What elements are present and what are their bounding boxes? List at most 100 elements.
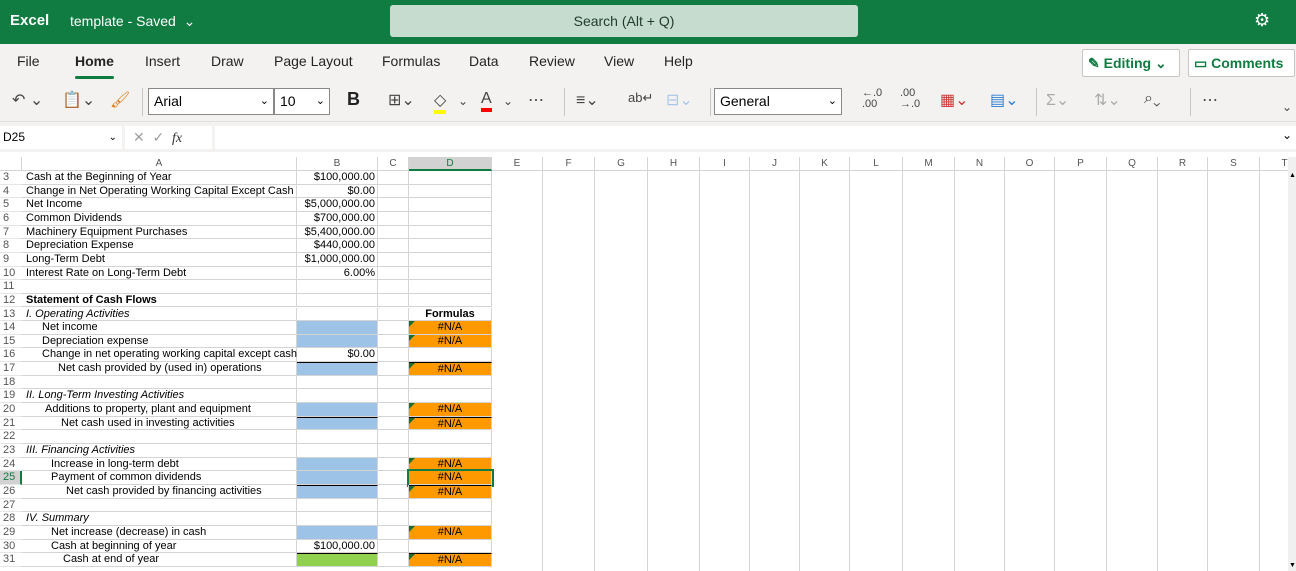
cell-b[interactable]: [297, 553, 378, 567]
cell-a[interactable]: Change in Net Operating Working Capital …: [22, 184, 297, 199]
cell-d[interactable]: [409, 171, 492, 185]
row-header[interactable]: 21: [0, 416, 22, 431]
row-header[interactable]: 14: [0, 321, 22, 335]
cell-d[interactable]: [409, 252, 492, 267]
error-indicator-icon[interactable]: [409, 485, 415, 492]
cell-c[interactable]: [378, 211, 409, 226]
cell-a[interactable]: Net cash used in investing activities: [22, 416, 297, 431]
row-header[interactable]: 6: [0, 211, 22, 226]
undo-icon[interactable]: ↶ ⌄: [12, 90, 43, 110]
row-header[interactable]: 28: [0, 512, 22, 526]
error-indicator-icon[interactable]: [409, 525, 415, 532]
cell-b[interactable]: [297, 293, 378, 308]
cell-b[interactable]: [297, 444, 378, 458]
cell-a[interactable]: Change in net operating working capital …: [22, 348, 297, 363]
row-header[interactable]: 20: [0, 403, 22, 417]
cell-b[interactable]: $100,000.00: [297, 171, 378, 185]
cell-d[interactable]: [409, 184, 492, 199]
more-icon[interactable]: ⋯: [528, 90, 544, 110]
cell-a[interactable]: [22, 375, 297, 390]
column-header-a[interactable]: A: [22, 157, 297, 171]
row-header[interactable]: 31: [0, 553, 22, 567]
cell-b[interactable]: [297, 498, 378, 513]
cell-a[interactable]: Net cash provided by financing activitie…: [22, 484, 297, 499]
cell-d[interactable]: #N/A: [407, 469, 494, 487]
cell-a[interactable]: Net increase (decrease) in cash: [22, 525, 297, 540]
cell-d[interactable]: [409, 266, 492, 281]
cell-c[interactable]: [378, 498, 409, 513]
chevron-down-icon[interactable]: ⌄: [503, 94, 513, 108]
cell-d[interactable]: [409, 348, 492, 363]
row-header[interactable]: 18: [0, 375, 22, 390]
column-header-d[interactable]: D: [409, 157, 492, 171]
cell-a[interactable]: [22, 430, 297, 444]
column-header-j[interactable]: J: [750, 157, 800, 171]
check-icon[interactable]: ✓: [153, 129, 165, 145]
cell-d[interactable]: [409, 211, 492, 226]
cell-d[interactable]: [409, 293, 492, 308]
chevron-down-icon[interactable]: ⌄: [458, 94, 468, 108]
cell-b[interactable]: $5,000,000.00: [297, 198, 378, 212]
cell-d[interactable]: [409, 280, 492, 294]
cell-a[interactable]: Cash at beginning of year: [22, 539, 297, 554]
cell-b[interactable]: $0.00: [297, 348, 378, 363]
paste-icon[interactable]: 📋⌄: [62, 90, 95, 110]
row-header[interactable]: 10: [0, 266, 22, 281]
error-indicator-icon[interactable]: [409, 457, 415, 464]
autosum-icon[interactable]: Σ⌄: [1046, 90, 1069, 110]
format-painter-icon[interactable]: 🖌: [110, 90, 130, 110]
cell-b[interactable]: [297, 471, 378, 485]
row-header[interactable]: 23: [0, 444, 22, 458]
column-header-o[interactable]: O: [1005, 157, 1055, 171]
comments-button[interactable]: ▭ Comments: [1188, 49, 1295, 77]
row-header[interactable]: 5: [0, 198, 22, 212]
cell-c[interactable]: [378, 403, 409, 417]
tab-formulas[interactable]: Formulas: [382, 53, 440, 69]
font-size-select[interactable]: 10 ⌄: [274, 88, 330, 115]
row-header[interactable]: 24: [0, 457, 22, 472]
cell-d[interactable]: [409, 225, 492, 240]
tab-draw[interactable]: Draw: [211, 53, 244, 69]
decrease-decimal-icon[interactable]: ←.0.00: [862, 88, 882, 110]
cell-a[interactable]: I. Operating Activities: [22, 307, 297, 322]
cell-a[interactable]: Net cash provided by (used in) operation…: [22, 362, 297, 376]
font-color-icon[interactable]: A: [481, 90, 492, 112]
cell-a[interactable]: Payment of common dividends: [22, 471, 297, 485]
borders-icon[interactable]: ⊞⌄: [388, 90, 415, 110]
cell-a[interactable]: Long-Term Debt: [22, 252, 297, 267]
formula-input[interactable]: ⌄: [215, 126, 1296, 149]
expand-ribbon-icon[interactable]: ⌄: [1282, 100, 1292, 114]
row-header[interactable]: 3: [0, 171, 22, 185]
cell-b[interactable]: $0.00: [297, 184, 378, 199]
cell-b[interactable]: [297, 321, 378, 335]
cell-c[interactable]: [378, 539, 409, 554]
row-header[interactable]: 19: [0, 389, 22, 404]
error-indicator-icon[interactable]: [409, 363, 415, 370]
cell-d[interactable]: [409, 430, 492, 444]
cell-a[interactable]: Increase in long-term debt: [22, 457, 297, 472]
conditional-format-icon[interactable]: ▦⌄: [940, 90, 969, 110]
cell-a[interactable]: [22, 498, 297, 513]
row-header[interactable]: 29: [0, 525, 22, 540]
cell-a[interactable]: Depreciation expense: [22, 334, 297, 349]
cell-c[interactable]: [378, 553, 409, 567]
cell-c[interactable]: [378, 389, 409, 404]
cell-c[interactable]: [378, 430, 409, 444]
row-header[interactable]: 17: [0, 362, 22, 376]
cell-b[interactable]: $1,000,000.00: [297, 252, 378, 267]
tab-insert[interactable]: Insert: [145, 53, 180, 69]
sort-filter-icon[interactable]: ⇅⌄: [1094, 90, 1121, 110]
cell-a[interactable]: II. Long-Term Investing Activities: [22, 389, 297, 404]
column-header-q[interactable]: Q: [1107, 157, 1158, 171]
cell-c[interactable]: [378, 362, 409, 376]
format-table-icon[interactable]: ▤⌄: [990, 90, 1019, 110]
cell-a[interactable]: Interest Rate on Long-Term Debt: [22, 266, 297, 281]
row-header[interactable]: 30: [0, 539, 22, 554]
column-header-l[interactable]: L: [850, 157, 903, 171]
cell-c[interactable]: [378, 525, 409, 540]
app-name[interactable]: Excel: [10, 12, 49, 29]
cell-d[interactable]: Formulas: [409, 307, 492, 322]
increase-decimal-icon[interactable]: .00 →.0: [900, 88, 920, 110]
row-header[interactable]: 22: [0, 430, 22, 444]
cell-c[interactable]: [378, 184, 409, 199]
